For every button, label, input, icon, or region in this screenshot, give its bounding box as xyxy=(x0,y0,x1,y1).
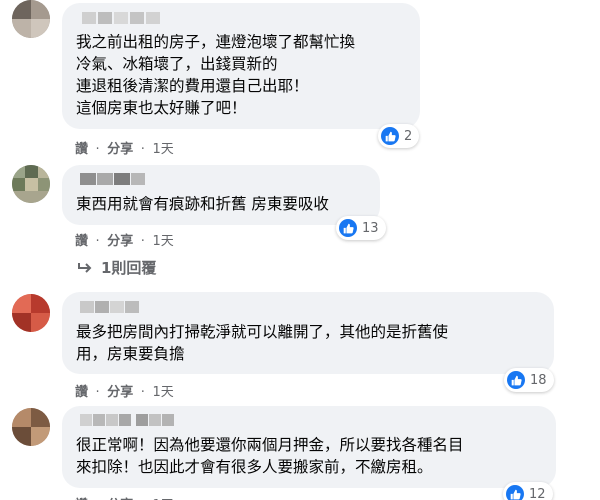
timestamp[interactable]: 1天 xyxy=(152,142,173,157)
comment-text: 很正常啊！因為他要還你兩個月押金，所以要找各種名目 來扣除！也因此才會有很多人要… xyxy=(76,434,542,478)
reaction-number: 2 xyxy=(404,128,413,144)
author-name-blurred[interactable] xyxy=(76,173,366,187)
thumbs-up-icon xyxy=(507,371,525,389)
comment-actions: 讚 · 分享 · 1天 xyxy=(75,381,174,400)
comment-bubble: 最多把房間內打掃乾淨就可以離開了，其他的是折舊使 用，房東要負擔 xyxy=(62,292,554,374)
avatar[interactable] xyxy=(12,165,50,203)
like-button[interactable]: 讚 xyxy=(75,142,88,157)
comment-line: 這個房東也太好賺了吧！ xyxy=(76,99,247,117)
thumbs-up-icon xyxy=(381,127,399,145)
comment-text: 我之前出租的房子，連燈泡壞了都幫忙換 冷氣、冰箱壞了，出錢買新的 連退租後清潔的… xyxy=(76,31,406,119)
avatar[interactable] xyxy=(12,408,50,446)
comment-text: 東西用就會有痕跡和折舊 房東要吸收 xyxy=(76,193,366,215)
author-name-blurred[interactable] xyxy=(76,301,540,315)
comment-line: 用，房東要負擔 xyxy=(76,345,185,363)
author-name-blurred[interactable] xyxy=(76,12,406,26)
separator: · xyxy=(140,142,145,157)
share-button[interactable]: 分享 xyxy=(107,234,133,249)
comment-actions: 讚 · 分享 · 1天 xyxy=(75,138,174,157)
comment-line: 連退租後清潔的費用還自己出耶！ xyxy=(76,77,309,95)
avatar[interactable] xyxy=(12,294,50,332)
comment-line: 冷氣、冰箱壞了，出錢買新的 xyxy=(76,55,278,73)
comment-line: 東西用就會有痕跡和折舊 房東要吸收 xyxy=(76,195,329,213)
like-button[interactable]: 讚 xyxy=(75,234,88,249)
avatar[interactable] xyxy=(12,0,50,38)
reaction-number: 18 xyxy=(530,372,547,388)
comment-line: 很正常啊！因為他要還你兩個月押金，所以要找各種名目 xyxy=(76,436,464,454)
separator: · xyxy=(95,142,100,157)
comment-bubble: 東西用就會有痕跡和折舊 房東要吸收 xyxy=(62,165,380,225)
thumbs-up-icon xyxy=(339,219,357,237)
reaction-count[interactable]: 2 xyxy=(378,124,420,148)
reaction-count[interactable]: 18 xyxy=(504,368,554,392)
view-replies-link[interactable]: 1則回覆 xyxy=(77,257,156,278)
author-name-blurred[interactable] xyxy=(76,414,542,428)
reply-count-label: 1則回覆 xyxy=(101,259,157,277)
timestamp[interactable]: 1天 xyxy=(152,385,173,400)
reaction-count[interactable]: 12 xyxy=(503,482,553,500)
comment-actions: 讚 · 分享 · 1天 xyxy=(75,230,174,249)
timestamp[interactable]: 1天 xyxy=(152,234,173,249)
like-button[interactable]: 讚 xyxy=(75,385,88,400)
comment-bubble: 很正常啊！因為他要還你兩個月押金，所以要找各種名目 來扣除！也因此才會有很多人要… xyxy=(62,406,556,488)
comment-text: 最多把房間內打掃乾淨就可以離開了，其他的是折舊使 用，房東要負擔 xyxy=(76,321,540,365)
comment-line: 我之前出租的房子，連燈泡壞了都幫忙換 xyxy=(76,33,356,51)
separator: · xyxy=(140,234,145,249)
separator: · xyxy=(95,385,100,400)
separator: · xyxy=(95,234,100,249)
reply-arrow-icon xyxy=(78,262,92,273)
share-button[interactable]: 分享 xyxy=(107,385,133,400)
separator: · xyxy=(140,385,145,400)
share-button[interactable]: 分享 xyxy=(107,142,133,157)
reaction-count[interactable]: 13 xyxy=(336,216,386,240)
comment-line: 來扣除！也因此才會有很多人要搬家前，不繳房租。 xyxy=(76,458,433,476)
reaction-number: 12 xyxy=(529,486,546,500)
reaction-number: 13 xyxy=(362,220,379,236)
thumbs-up-icon xyxy=(506,485,524,500)
comment-bubble: 我之前出租的房子，連燈泡壞了都幫忙換 冷氣、冰箱壞了，出錢買新的 連退租後清潔的… xyxy=(62,3,420,129)
comment-actions: 讚 · 分享 · 1天 xyxy=(75,494,174,500)
comment-line: 最多把房間內打掃乾淨就可以離開了，其他的是折舊使 xyxy=(76,323,449,341)
